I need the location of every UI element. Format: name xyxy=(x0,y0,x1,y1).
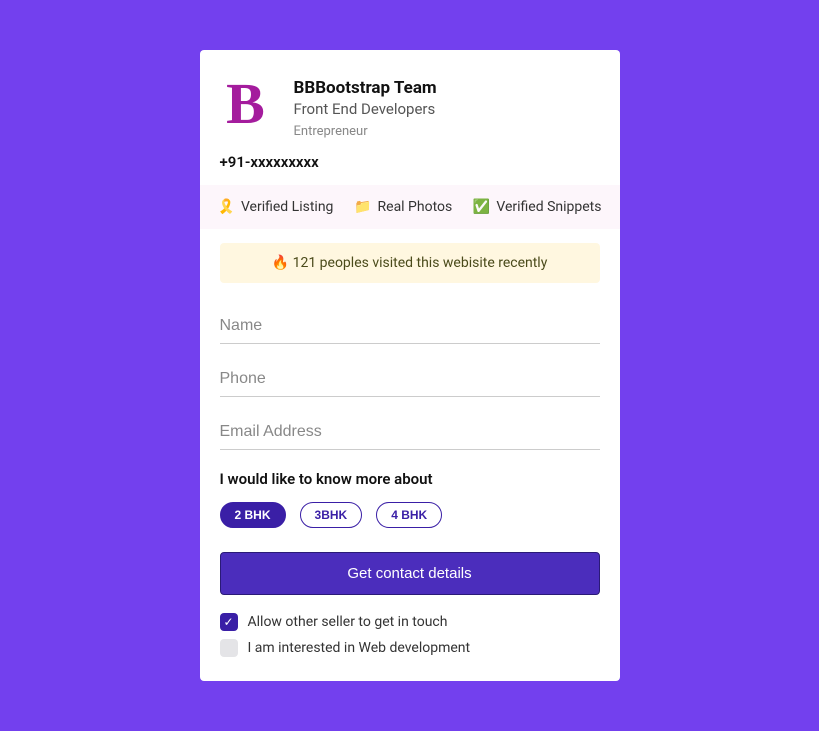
profile-name: BBBootstrap Team xyxy=(294,78,437,98)
profile-header: B BBBootstrap Team Front End Developers … xyxy=(220,78,600,139)
option-2bhk[interactable]: 2 BHK xyxy=(220,502,286,528)
verification-label: Verified Listing xyxy=(241,199,333,215)
form-question: I would like to know more about xyxy=(220,470,600,488)
profile-phone: +91-xxxxxxxxx xyxy=(220,153,600,171)
option-4bhk[interactable]: 4 BHK xyxy=(376,502,442,528)
contact-form: I would like to know more about 2 BHK 3B… xyxy=(220,309,600,657)
verification-label: Verified Snippets xyxy=(496,199,601,215)
verification-item: ✅ Verified Snippets xyxy=(473,199,602,215)
checkbox-label: Allow other seller to get in touch xyxy=(248,614,448,630)
check-icon: ✅ xyxy=(473,200,490,214)
checkbox-interested[interactable] xyxy=(220,639,238,657)
email-input[interactable] xyxy=(220,415,600,450)
photos-icon: 📁 xyxy=(354,200,371,214)
checkbox-row: I am interested in Web development xyxy=(220,639,600,657)
visitor-alert: 🔥 121 peoples visited this webisite rece… xyxy=(220,243,600,283)
verification-label: Real Photos xyxy=(378,199,453,215)
verification-row: 🎗️ Verified Listing 📁 Real Photos ✅ Veri… xyxy=(200,185,620,229)
verification-item: 🎗️ Verified Listing xyxy=(218,199,334,215)
submit-button[interactable]: Get contact details xyxy=(220,552,600,595)
badge-icon: 🎗️ xyxy=(218,200,235,214)
profile-role: Front End Developers xyxy=(294,100,437,118)
profile-card: B BBBootstrap Team Front End Developers … xyxy=(200,50,620,681)
phone-input[interactable] xyxy=(220,362,600,397)
option-chips: 2 BHK 3BHK 4 BHK xyxy=(220,502,600,528)
checkbox-allow-seller[interactable]: ✓ xyxy=(220,613,238,631)
checkbox-label: I am interested in Web development xyxy=(248,640,471,656)
option-3bhk[interactable]: 3BHK xyxy=(300,502,363,528)
verification-item: 📁 Real Photos xyxy=(354,199,452,215)
checkbox-row: ✓ Allow other seller to get in touch xyxy=(220,613,600,631)
profile-info: BBBootstrap Team Front End Developers En… xyxy=(294,78,437,139)
alert-text: 121 peoples visited this webisite recent… xyxy=(293,255,548,271)
name-input[interactable] xyxy=(220,309,600,344)
fire-icon: 🔥 xyxy=(272,255,289,271)
avatar: B xyxy=(220,78,272,130)
profile-tag: Entrepreneur xyxy=(294,124,437,139)
